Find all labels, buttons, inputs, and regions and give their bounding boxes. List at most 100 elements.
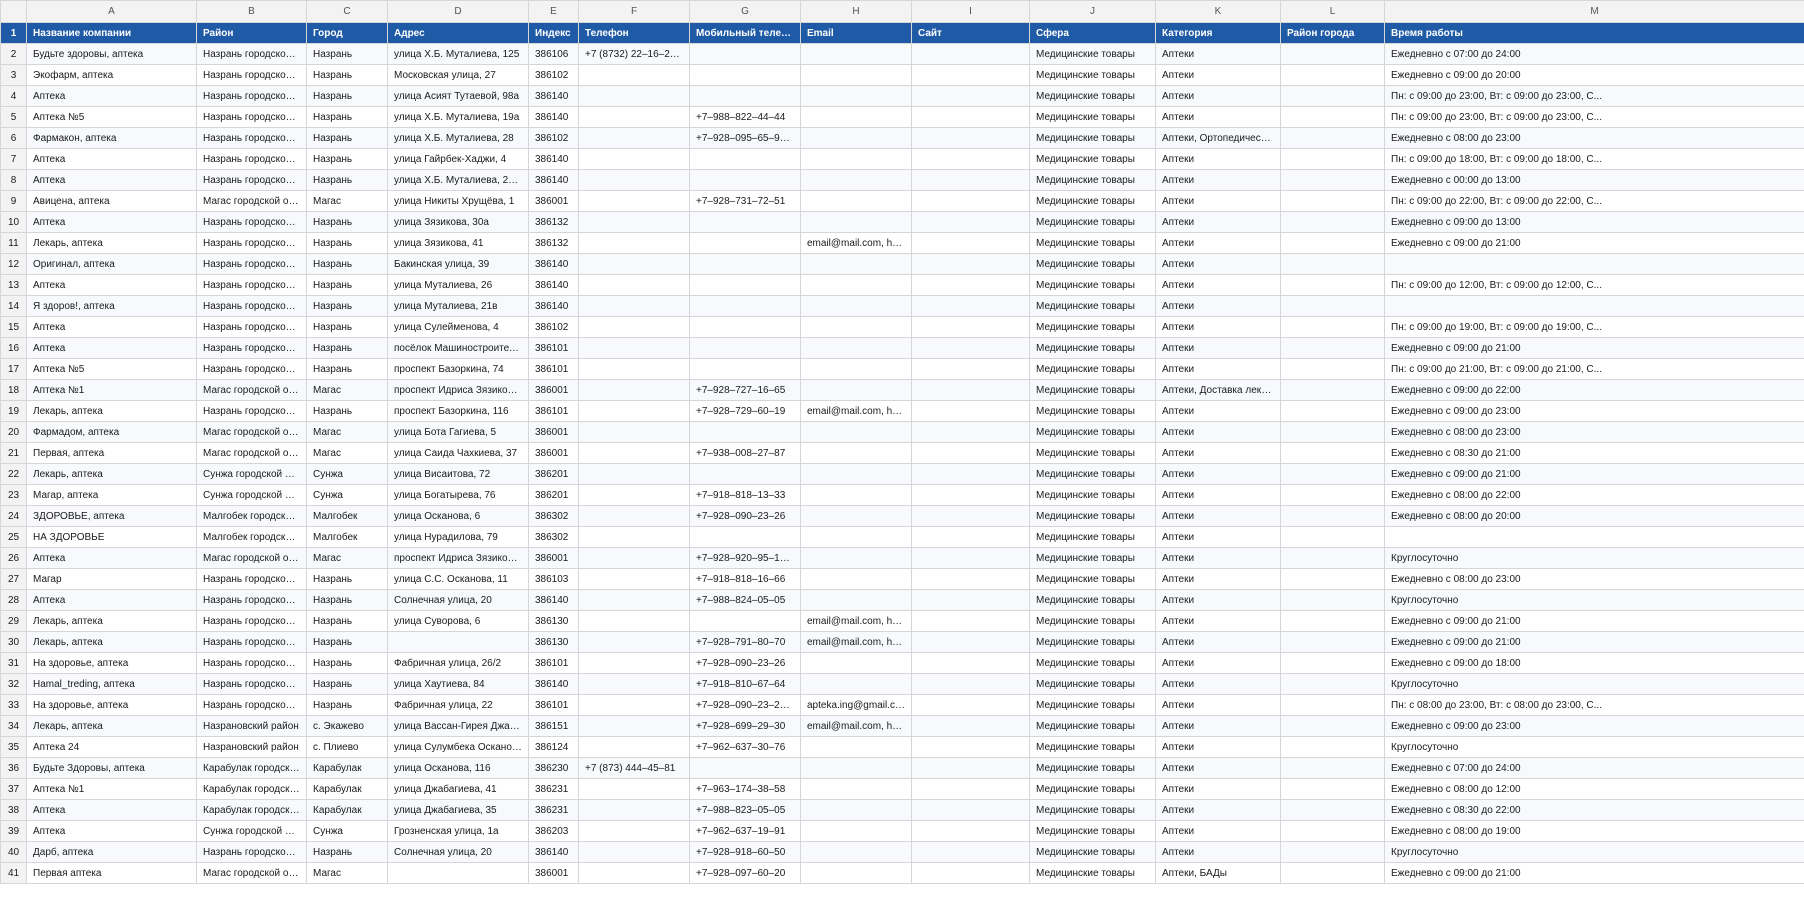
header-cell[interactable]: Мобильный телефон [689, 22, 801, 44]
table-cell[interactable]: Медицинские товары [1029, 442, 1156, 464]
table-cell[interactable] [911, 43, 1030, 65]
table-cell[interactable]: 386102 [528, 316, 579, 338]
row-number[interactable]: 7 [0, 148, 27, 170]
table-cell[interactable]: Ежедневно с 08:00 до 12:00 [1384, 778, 1804, 800]
table-cell[interactable]: Ежедневно с 09:00 до 22:00 [1384, 379, 1804, 401]
table-cell[interactable]: Назрань [306, 610, 388, 632]
table-cell[interactable]: Назрань [306, 253, 388, 275]
column-header-b[interactable]: B [196, 0, 307, 23]
table-cell[interactable]: Медицинские товары [1029, 64, 1156, 86]
table-cell[interactable] [689, 232, 801, 254]
table-cell[interactable]: Аптека [26, 169, 197, 191]
table-cell[interactable]: Магас [306, 547, 388, 569]
row-number[interactable]: 14 [0, 295, 27, 317]
table-cell[interactable]: +7–928–095–65–95, +7... [689, 127, 801, 149]
table-cell[interactable]: Ежедневно с 09:00 до 13:00 [1384, 211, 1804, 233]
table-cell[interactable]: Медицинские товары [1029, 148, 1156, 170]
table-cell[interactable]: 386001 [528, 190, 579, 212]
table-cell[interactable]: Магас [306, 862, 388, 884]
table-cell[interactable] [578, 631, 690, 653]
table-cell[interactable]: Аптеки [1155, 778, 1281, 800]
row-number[interactable]: 24 [0, 505, 27, 527]
table-cell[interactable] [800, 673, 912, 695]
table-cell[interactable] [800, 484, 912, 506]
row-number[interactable]: 31 [0, 652, 27, 674]
table-cell[interactable]: Назрань городской ок... [196, 43, 307, 65]
table-cell[interactable]: Назрань городской ок... [196, 127, 307, 149]
table-cell[interactable]: Аптеки [1155, 295, 1281, 317]
table-cell[interactable]: Аптеки [1155, 526, 1281, 548]
table-cell[interactable]: Аптеки [1155, 442, 1281, 464]
table-cell[interactable]: +7–962–637–30–76 [689, 736, 801, 758]
table-cell[interactable] [689, 274, 801, 296]
table-cell[interactable] [1280, 673, 1385, 695]
table-cell[interactable]: Назрань [306, 358, 388, 380]
table-cell[interactable]: Назрань городской ок... [196, 589, 307, 611]
table-cell[interactable]: Медицинские товары [1029, 862, 1156, 884]
row-number[interactable]: 34 [0, 715, 27, 737]
table-cell[interactable]: +7–962–637–19–91 [689, 820, 801, 842]
table-cell[interactable]: Аптека [26, 148, 197, 170]
table-cell[interactable] [1280, 778, 1385, 800]
table-cell[interactable] [578, 820, 690, 842]
table-cell[interactable] [800, 862, 912, 884]
table-cell[interactable] [911, 64, 1030, 86]
table-cell[interactable] [1384, 526, 1804, 548]
header-cell[interactable]: Адрес [387, 22, 529, 44]
table-cell[interactable]: Аптека [26, 589, 197, 611]
table-cell[interactable]: Ежедневно с 09:00 до 18:00 [1384, 652, 1804, 674]
table-cell[interactable]: улица Х.Б. Муталиева, 19а [387, 106, 529, 128]
table-cell[interactable]: Аптеки [1155, 757, 1281, 779]
table-cell[interactable]: Малгобек городской о... [196, 526, 307, 548]
row-number[interactable]: 36 [0, 757, 27, 779]
table-cell[interactable]: Назрань городской ок... [196, 652, 307, 674]
table-cell[interactable] [689, 610, 801, 632]
table-cell[interactable] [800, 295, 912, 317]
table-cell[interactable] [800, 442, 912, 464]
table-cell[interactable]: Малгобек [306, 526, 388, 548]
table-cell[interactable]: Магас [306, 190, 388, 212]
table-cell[interactable]: 386140 [528, 253, 579, 275]
table-cell[interactable]: Медицинские товары [1029, 463, 1156, 485]
table-cell[interactable]: Ежедневно с 09:00 до 23:00 [1384, 400, 1804, 422]
column-header-k[interactable]: K [1155, 0, 1281, 23]
column-header-g[interactable]: G [689, 0, 801, 23]
table-cell[interactable]: улица Суворова, 6 [387, 610, 529, 632]
table-cell[interactable]: 386101 [528, 652, 579, 674]
table-cell[interactable]: +7–938–008–27–87 [689, 442, 801, 464]
table-cell[interactable]: 386201 [528, 463, 579, 485]
table-cell[interactable]: 386132 [528, 232, 579, 254]
table-cell[interactable]: Медицинские товары [1029, 778, 1156, 800]
table-cell[interactable]: Аптеки [1155, 463, 1281, 485]
table-cell[interactable] [578, 190, 690, 212]
row-number[interactable]: 15 [0, 316, 27, 338]
table-cell[interactable]: Назрань городской ок... [196, 211, 307, 233]
table-cell[interactable]: Аптеки [1155, 820, 1281, 842]
table-cell[interactable] [578, 505, 690, 527]
table-cell[interactable] [911, 631, 1030, 653]
table-cell[interactable]: Аптека [26, 547, 197, 569]
table-cell[interactable]: Назрань [306, 337, 388, 359]
table-cell[interactable]: Ежедневно с 08:00 до 20:00 [1384, 505, 1804, 527]
table-cell[interactable]: Ежедневно с 08:00 до 22:00 [1384, 484, 1804, 506]
table-cell[interactable]: Круглосуточно [1384, 673, 1804, 695]
table-cell[interactable] [911, 484, 1030, 506]
table-cell[interactable]: 386151 [528, 715, 579, 737]
table-cell[interactable]: Аптеки [1155, 547, 1281, 569]
table-cell[interactable]: Назрань [306, 43, 388, 65]
table-cell[interactable]: Аптеки [1155, 64, 1281, 86]
table-cell[interactable]: Солнечная улица, 20 [387, 589, 529, 611]
table-cell[interactable] [911, 127, 1030, 149]
table-cell[interactable]: улица Хаутиева, 84 [387, 673, 529, 695]
table-cell[interactable]: +7–928–731–72–51 [689, 190, 801, 212]
table-cell[interactable] [1280, 232, 1385, 254]
table-cell[interactable] [911, 505, 1030, 527]
table-cell[interactable]: +7–928–791–80–70 [689, 631, 801, 653]
column-header-a[interactable]: A [26, 0, 197, 23]
table-cell[interactable]: Ежедневно с 09:00 до 21:00 [1384, 232, 1804, 254]
table-cell[interactable]: Медицинские товары [1029, 652, 1156, 674]
table-cell[interactable]: Аптеки [1155, 169, 1281, 191]
table-cell[interactable] [911, 652, 1030, 674]
table-cell[interactable]: Ежедневно с 09:00 до 23:00 [1384, 715, 1804, 737]
header-cell[interactable]: Категория [1155, 22, 1281, 44]
